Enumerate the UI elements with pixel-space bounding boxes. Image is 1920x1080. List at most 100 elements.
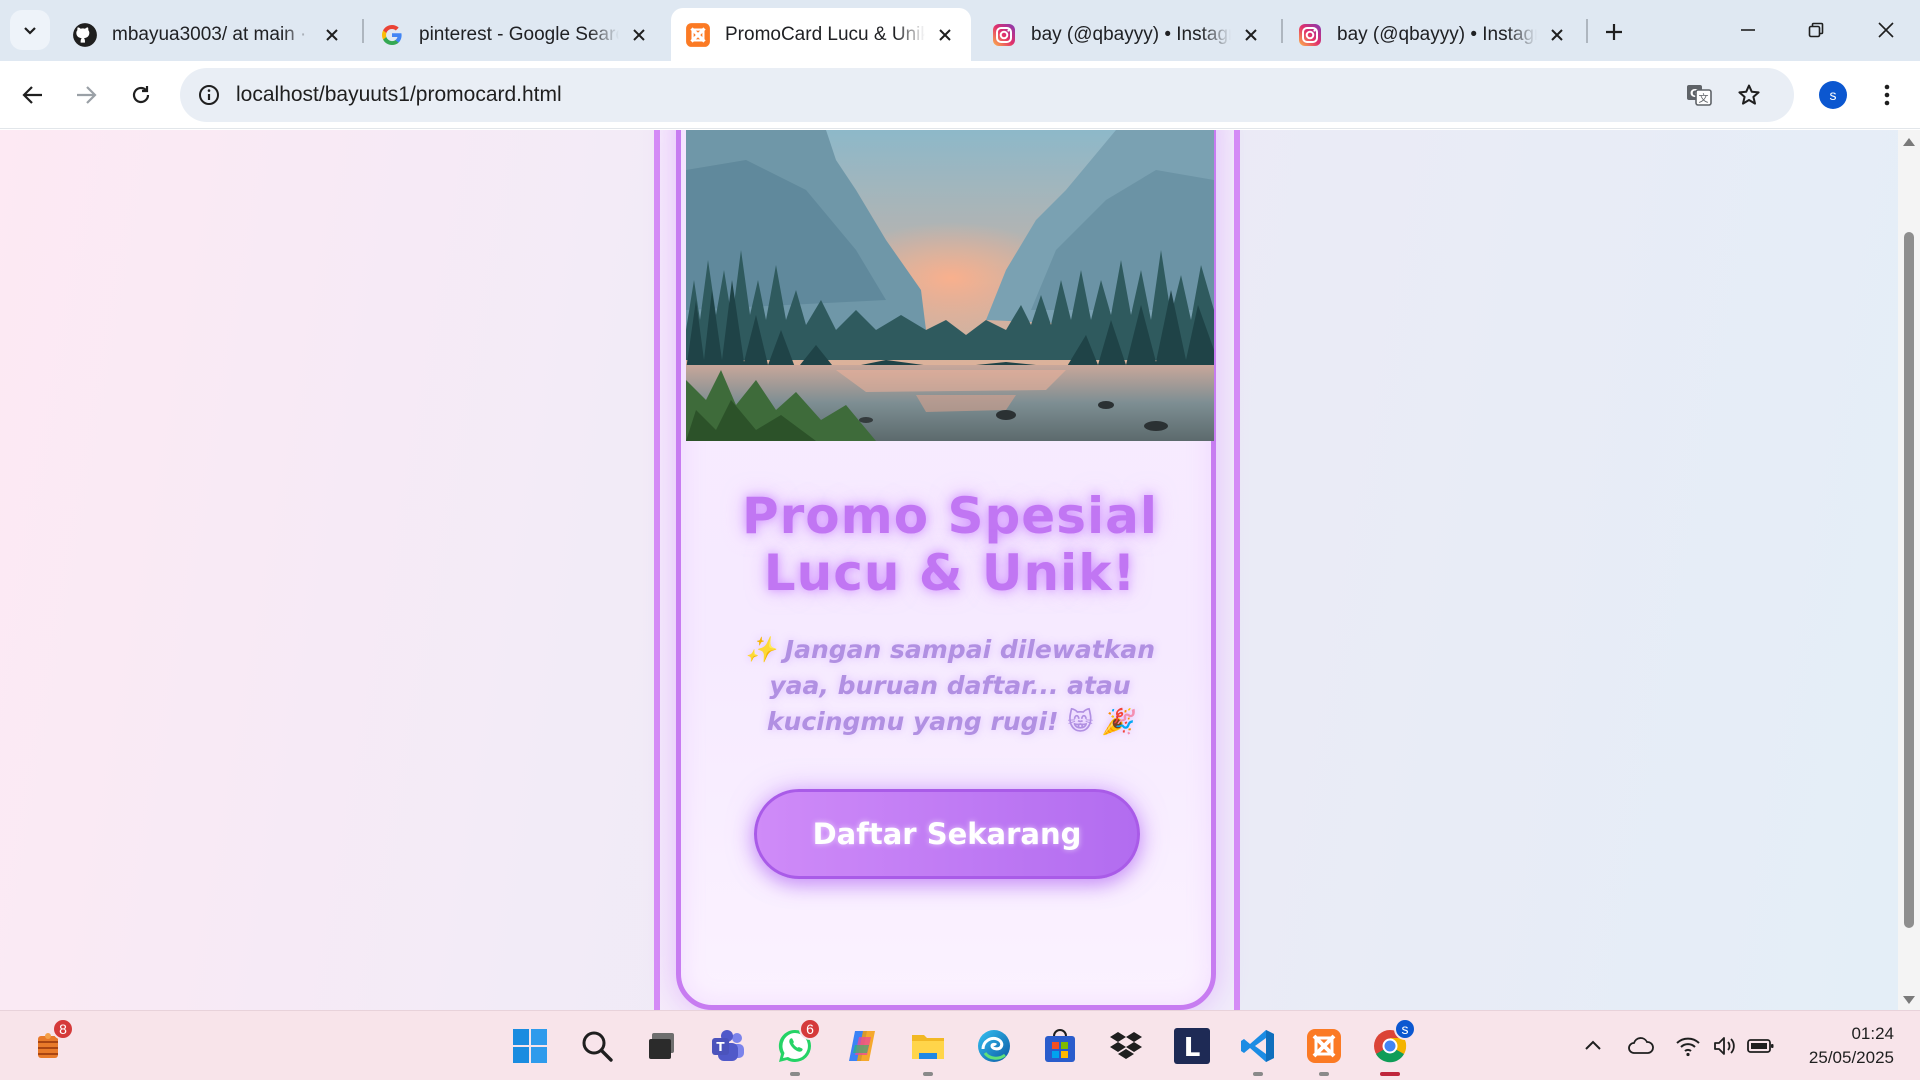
battery-icon[interactable] xyxy=(1746,1031,1776,1061)
kebab-menu-icon xyxy=(1884,84,1890,106)
xampp-icon xyxy=(1307,1029,1341,1063)
page-scrollbar[interactable] xyxy=(1898,130,1920,1010)
bookmark-star-icon[interactable] xyxy=(1734,80,1764,110)
svg-text:T: T xyxy=(716,1040,725,1054)
notification-badge: 6 xyxy=(799,1018,821,1040)
url-path: /bayuuts1/promocard.html xyxy=(318,83,562,106)
search-icon xyxy=(582,1031,613,1062)
wifi-icon[interactable] xyxy=(1673,1031,1703,1061)
tab-promocard[interactable]: PromoCard Lucu & Unik xyxy=(671,8,971,61)
l-app-button[interactable]: L xyxy=(1170,1024,1214,1068)
xampp-icon xyxy=(685,22,711,48)
google-icon xyxy=(379,22,405,48)
tab-google[interactable]: pinterest - Google Search xyxy=(365,8,665,61)
chrome-button[interactable]: s xyxy=(1368,1018,1416,1076)
store-icon xyxy=(1045,1029,1075,1062)
close-icon xyxy=(1878,22,1894,38)
close-window-button[interactable] xyxy=(1866,12,1906,48)
teams-icon: T xyxy=(712,1030,744,1061)
scroll-up-arrow-icon[interactable] xyxy=(1903,138,1915,146)
edge-icon xyxy=(978,1030,1010,1062)
chevron-down-icon xyxy=(24,27,36,35)
promo-description: ✨ Jangan sampai dilewatkan yaa, buruan d… xyxy=(744,635,1156,736)
show-hidden-icons-button[interactable] xyxy=(1578,1031,1608,1061)
minimize-icon xyxy=(1741,29,1755,31)
tab-title: pinterest - Google Search xyxy=(419,23,619,45)
running-indicator xyxy=(790,1072,800,1076)
profile-avatar[interactable]: s xyxy=(1819,81,1847,109)
promo-image xyxy=(686,130,1214,441)
dropbox-icon xyxy=(1110,1032,1142,1059)
svg-text:文: 文 xyxy=(1699,92,1709,105)
windows-logo-icon xyxy=(513,1029,547,1063)
vscode-button[interactable] xyxy=(1236,1024,1280,1076)
start-button[interactable] xyxy=(508,1024,552,1068)
promo-title: Promo Spesial Lucu & Unik! xyxy=(741,487,1158,602)
tab-title: bay (@qbayyy) • Instagram xyxy=(1031,23,1231,45)
dropbox-button[interactable] xyxy=(1104,1024,1148,1068)
folder-icon xyxy=(912,1035,944,1059)
copilot-icon xyxy=(849,1031,875,1061)
restore-icon xyxy=(1808,22,1824,38)
volume-icon[interactable] xyxy=(1710,1031,1740,1061)
tab-instagram[interactable]: bay (@qbayyy) • Instagram xyxy=(1283,8,1583,61)
clock-date: 25/05/2025 xyxy=(1808,1048,1894,1067)
restore-button[interactable] xyxy=(1796,12,1836,48)
search-button[interactable] xyxy=(575,1024,619,1068)
whatsapp-button[interactable]: 6 xyxy=(773,1018,821,1076)
copilot-button[interactable] xyxy=(840,1024,884,1068)
task-view-icon xyxy=(649,1033,674,1059)
browser-toolbar: localhost/bayuuts1/promocard.html G文 s xyxy=(0,61,1920,129)
task-view-button[interactable] xyxy=(640,1024,684,1068)
tab-title: PromoCard Lucu & Unik xyxy=(725,23,925,45)
edge-button[interactable] xyxy=(972,1024,1016,1068)
close-icon[interactable] xyxy=(1239,23,1263,47)
new-tab-button[interactable] xyxy=(1596,14,1632,50)
teams-button[interactable]: T xyxy=(706,1024,750,1068)
l-app-icon: L xyxy=(1174,1028,1210,1064)
arrow-right-icon xyxy=(77,86,97,104)
translate-icon[interactable]: G文 xyxy=(1684,80,1714,110)
windows-taskbar: 8 T 6 L s 01:24 25/05/2025 xyxy=(0,1010,1920,1080)
close-icon[interactable] xyxy=(1545,23,1569,47)
vscode-icon xyxy=(1241,1030,1274,1062)
url-text[interactable]: localhost/bayuuts1/promocard.html xyxy=(236,83,562,107)
microsoft-store-button[interactable] xyxy=(1038,1024,1082,1068)
register-now-button[interactable]: Daftar Sekarang xyxy=(754,789,1140,879)
tab-strip: mbayua3003/ at main · m pinterest - Goog… xyxy=(0,0,1920,61)
url-host: localhost xyxy=(236,83,319,106)
tab-separator xyxy=(362,19,364,43)
svg-text:L: L xyxy=(1184,1033,1201,1063)
scroll-down-arrow-icon[interactable] xyxy=(1903,996,1915,1004)
widgets-button[interactable]: 8 xyxy=(26,1018,74,1068)
running-indicator xyxy=(1319,1072,1329,1076)
running-indicator xyxy=(1253,1072,1263,1076)
more-menu-button[interactable] xyxy=(1872,77,1902,113)
close-icon[interactable] xyxy=(933,23,957,47)
scrollbar-thumb[interactable] xyxy=(1904,232,1914,928)
running-indicator xyxy=(923,1072,933,1076)
close-icon[interactable] xyxy=(320,23,344,47)
file-explorer-button[interactable] xyxy=(906,1024,950,1076)
plus-icon xyxy=(1606,24,1622,40)
instagram-icon xyxy=(1297,22,1323,48)
github-icon xyxy=(72,22,98,48)
clock[interactable]: 01:24 25/05/2025 xyxy=(1809,1022,1894,1070)
close-icon[interactable] xyxy=(627,23,651,47)
reload-button[interactable] xyxy=(121,75,161,115)
tab-github[interactable]: mbayua3003/ at main · m xyxy=(58,8,358,61)
clock-time: 01:24 xyxy=(1851,1024,1894,1043)
tab-title: mbayua3003/ at main · m xyxy=(112,23,312,45)
back-button[interactable] xyxy=(13,75,53,115)
address-bar[interactable]: localhost/bayuuts1/promocard.html G文 xyxy=(180,68,1794,122)
tab-instagram[interactable]: bay (@qbayyy) • Instagram xyxy=(977,8,1277,61)
forward-button[interactable] xyxy=(66,75,106,115)
tab-search-button[interactable] xyxy=(10,10,50,50)
profile-badge: s xyxy=(1394,1018,1416,1040)
page-viewport: Promo Spesial Lucu & Unik! ✨ Jangan samp… xyxy=(0,130,1898,1010)
instagram-icon xyxy=(991,22,1017,48)
site-info-icon[interactable] xyxy=(194,80,224,110)
onedrive-icon[interactable] xyxy=(1626,1031,1656,1061)
xampp-button[interactable] xyxy=(1302,1024,1346,1076)
minimize-button[interactable] xyxy=(1728,12,1768,48)
